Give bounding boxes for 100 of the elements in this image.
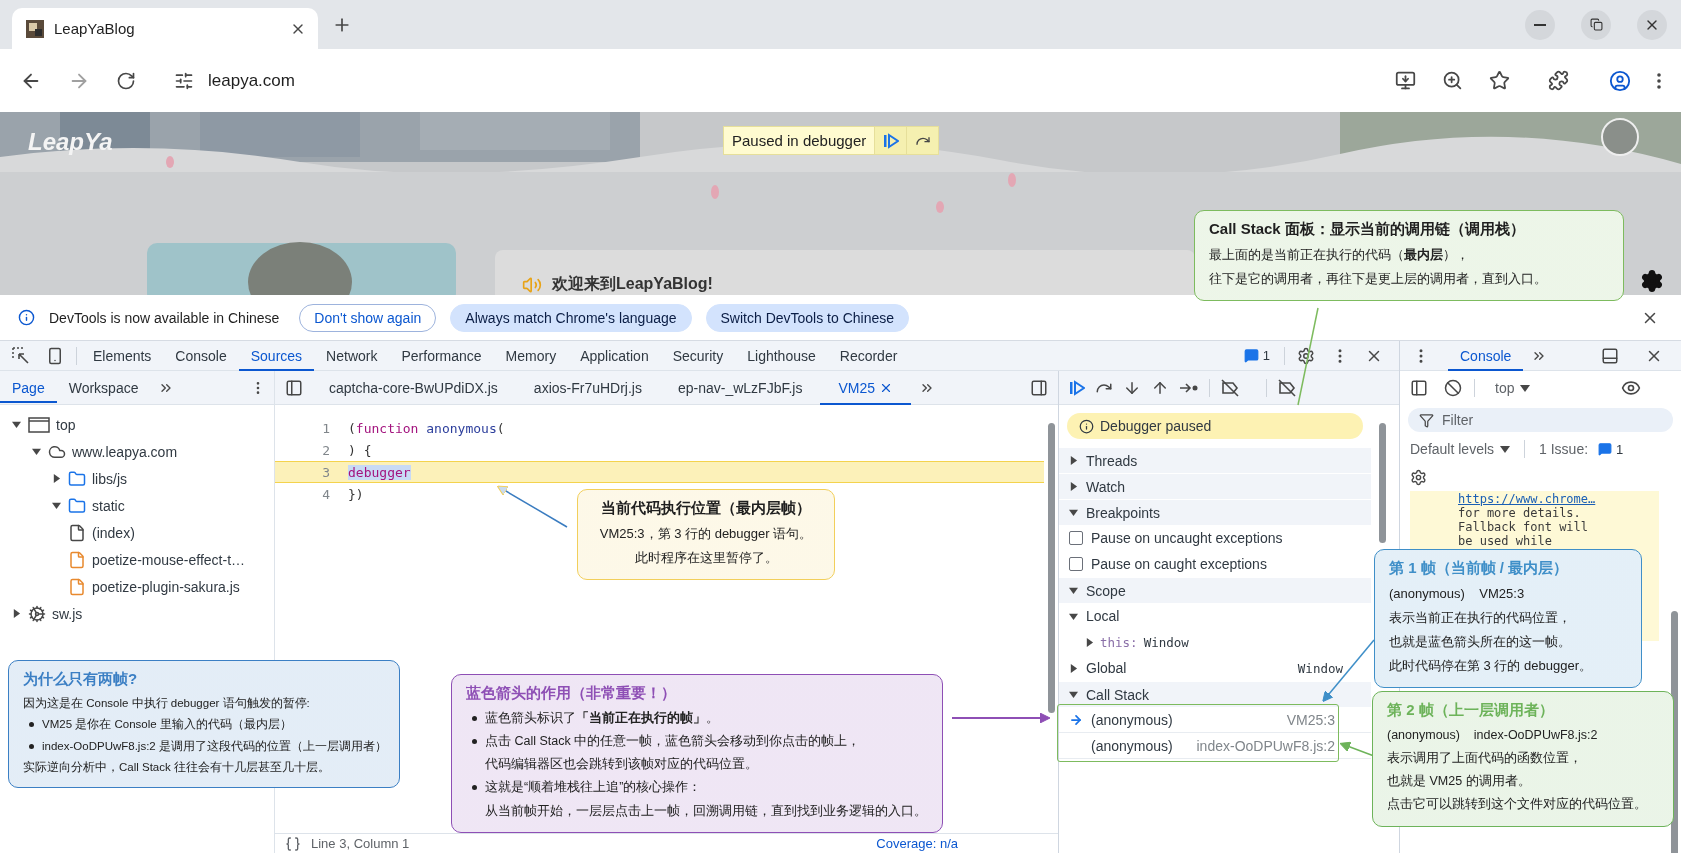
tree-item[interactable]: poetize-plugin-sakura.js	[92, 578, 240, 595]
devtools-tab[interactable]: Security	[660, 340, 736, 371]
eye-icon[interactable]	[1621, 378, 1641, 398]
puzzle-icon	[1548, 70, 1569, 91]
checkbox-label: Pause on caught exceptions	[1091, 556, 1267, 572]
file-icon	[68, 550, 86, 569]
welcome-text: 欢迎来到LeapYaBlog!	[552, 274, 713, 294]
scope-value: Window	[1297, 661, 1343, 676]
sidebar-toggle-icon[interactable]	[1410, 379, 1428, 397]
address-field[interactable]: leapya.com	[208, 70, 295, 91]
devtools-tab[interactable]: Recorder	[827, 340, 910, 371]
section-header[interactable]: Breakpoints	[1059, 499, 1371, 525]
bullet-icon	[472, 785, 477, 791]
scope-label[interactable]: Local	[1086, 608, 1120, 624]
menu-icon	[1657, 72, 1661, 89]
infobar-button[interactable]: Always match Chrome's language	[450, 303, 692, 332]
line-number: 4	[321, 486, 330, 502]
restore-button[interactable]	[1581, 9, 1611, 40]
settings-icon[interactable]	[1297, 346, 1315, 365]
zoom-icon	[1442, 70, 1463, 91]
browser-tab[interactable]: LeapYaBlog	[12, 8, 318, 49]
line-number: 2	[321, 442, 330, 458]
callout-text: 蓝色箭头标识了「当前正在执行的帧」。	[485, 710, 719, 727]
sidebar-toggle-icon[interactable]	[1030, 378, 1048, 397]
reload-icon	[116, 70, 136, 91]
favicon-icon	[26, 19, 44, 38]
issues-badge[interactable]: 1	[1594, 441, 1628, 457]
issues-badge[interactable]: 1	[1233, 348, 1280, 363]
callout-text: index-OoDPUwF8.js:2 是调用了这段代码的位置（上一层调用者）	[42, 738, 387, 754]
checkbox[interactable]	[1069, 557, 1083, 571]
devtools-tab[interactable]: Lighthouse	[735, 340, 828, 371]
scrollbar[interactable]	[1379, 423, 1386, 543]
tree-item[interactable]: www.leapya.com	[72, 443, 178, 460]
settings-icon[interactable]	[1410, 468, 1427, 486]
devtools-tab[interactable]: Performance	[389, 340, 494, 371]
info-icon	[18, 309, 35, 326]
callout-text: (anonymous) index-OoDPUwF8.js:2	[1387, 727, 1598, 744]
step-over-button[interactable]	[906, 127, 939, 154]
sidebar-toggle-icon[interactable]	[285, 378, 303, 397]
arrow-dot-icon	[1179, 380, 1199, 395]
tree-item[interactable]: libs/js	[92, 470, 127, 487]
frame-name: (anonymous)	[1091, 711, 1173, 728]
gears-icon	[28, 604, 46, 623]
file-icon	[68, 523, 86, 542]
devtools-tab[interactable]: Application	[568, 340, 661, 371]
devtools-tab[interactable]: Network	[314, 340, 390, 371]
devtools-tab[interactable]: Console	[163, 340, 239, 371]
devtools-tab[interactable]: Memory	[493, 340, 569, 371]
frame-location: index-OoDPUwF8.js:2	[1196, 737, 1335, 754]
devtools-tab[interactable]: Elements	[81, 340, 164, 371]
restore-icon	[1589, 18, 1603, 31]
file-tab[interactable]: ep-nav-_wLzFJbF.js	[659, 370, 821, 405]
context-dropdown[interactable]: top	[1495, 380, 1531, 396]
tree-item[interactable]: (index)	[92, 524, 135, 541]
scrollbar[interactable]	[1048, 423, 1055, 713]
frame-name: (anonymous)	[1091, 737, 1173, 754]
minimize-button[interactable]	[1525, 9, 1555, 40]
file-tab[interactable]: VM25	[820, 370, 912, 405]
levels-dropdown[interactable]: Default levels	[1410, 441, 1511, 457]
message-link[interactable]: https://www.chrome…	[1458, 492, 1659, 506]
braces-icon	[285, 835, 301, 852]
bullet-icon	[29, 722, 34, 728]
callout-title: 第 2 帧（上一层调用者）	[1387, 701, 1555, 720]
callout-text: 也就是 VM25 的调用者。	[1387, 773, 1531, 791]
settings-icon[interactable]	[1640, 269, 1664, 293]
code-line: 1 (function anonymous(	[275, 417, 1044, 439]
section-header[interactable]: Call Stack	[1059, 681, 1371, 707]
navigator-tab[interactable]: Workspace	[56, 372, 151, 403]
clear-icon[interactable]	[1444, 379, 1462, 397]
filter-icon	[1419, 413, 1434, 428]
infobar-button[interactable]: Don't show again	[299, 303, 437, 332]
resume-button[interactable]	[874, 127, 907, 154]
speaker-icon	[522, 274, 542, 295]
callout-text: 此时代码停在第 3 行的 debugger。	[1389, 657, 1592, 676]
tree-item[interactable]: sw.js	[52, 605, 83, 622]
sliders-icon	[174, 70, 194, 91]
tree-item[interactable]: poetize-mouse-effect-t…	[92, 551, 246, 568]
callout-title: 蓝色箭头的作用（非常重要！）	[466, 684, 677, 703]
callout-text: 点击 Call Stack 中的任意一帧，蓝色箭头会移动到你点击的帧上，	[485, 733, 861, 751]
navigator-tab[interactable]: Page	[0, 372, 57, 403]
section-header[interactable]: Scope	[1059, 577, 1371, 603]
tree-item[interactable]: top	[56, 416, 76, 433]
dock-icon[interactable]	[1601, 346, 1619, 365]
filter-field[interactable]: Filter	[1408, 408, 1673, 432]
infobar-button[interactable]: Switch DevTools to Chinese	[705, 303, 910, 332]
callout-text: 也就是蓝色箭头所在的这一帧。	[1389, 633, 1571, 652]
star-icon	[1489, 70, 1510, 91]
file-tab[interactable]: axios-Fr7uHDrj.js	[515, 370, 660, 405]
message-text: Fallback font will	[1458, 520, 1590, 534]
callout-text: 表示调用了上面代码的函数位置，	[1387, 750, 1582, 768]
callout-text: 因为这是在 Console 中执行 debugger 语句触发的暂停:	[23, 696, 310, 711]
section-header[interactable]: Watch	[1059, 473, 1371, 499]
checkbox[interactable]	[1069, 531, 1083, 545]
file-tab[interactable]: captcha-core-BwUPdiDX.js	[311, 370, 516, 405]
callout-text: 从当前帧开始，一层层点击上一帧，回溯调用链，直到找到业务逻辑的入口。	[485, 802, 927, 820]
section-header[interactable]: Threads	[1059, 447, 1371, 473]
callout-text: (anonymous) VM25:3	[1389, 585, 1525, 603]
tree-item[interactable]: static	[92, 497, 125, 514]
scope-label[interactable]: Global	[1086, 660, 1127, 676]
bullet-icon	[472, 716, 477, 722]
